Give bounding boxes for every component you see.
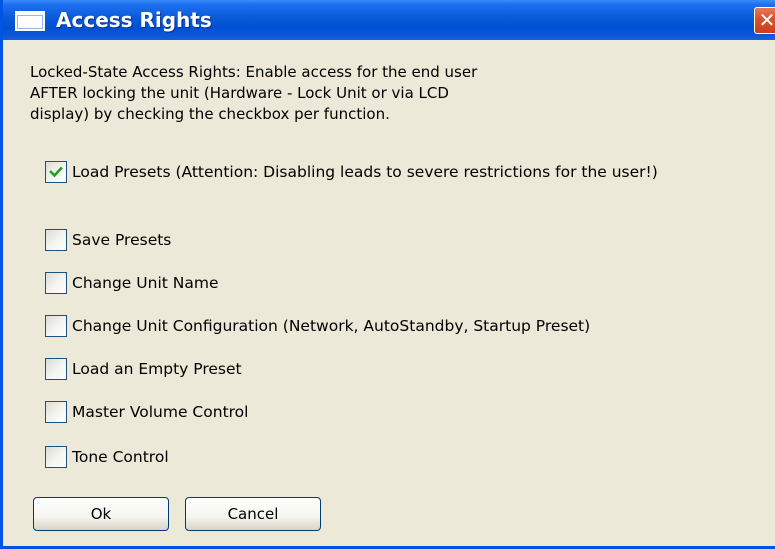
option-label: Master Volume Control [72, 403, 249, 421]
checkbox-change-unit-configuration[interactable] [45, 315, 67, 337]
window-icon [15, 11, 45, 31]
checkbox-load-empty-preset[interactable] [45, 358, 67, 380]
description-line: AFTER locking the unit (Hardware - Lock … [30, 84, 449, 102]
checkbox-master-volume-control[interactable] [45, 401, 67, 423]
checkbox-tone-control[interactable] [45, 446, 67, 468]
close-icon: ✕ [758, 8, 775, 32]
option-label: Change Unit Name [72, 274, 219, 292]
window-title: Access Rights [56, 8, 212, 32]
checkbox-save-presets[interactable] [45, 229, 67, 251]
description-line: Locked-State Access Rights: Enable acces… [30, 63, 478, 81]
close-button[interactable]: ✕ [754, 7, 775, 34]
checkbox-change-unit-name[interactable] [45, 272, 67, 294]
cancel-button[interactable]: Cancel [185, 497, 321, 531]
description-text: Locked-State Access Rights: Enable acces… [30, 62, 630, 125]
title-bar[interactable]: Access Rights ✕ [3, 0, 775, 40]
description-line: display) by checking the checkbox per fu… [30, 105, 390, 123]
option-label: Save Presets [72, 231, 172, 249]
option-label: Tone Control [72, 448, 169, 466]
option-label: Change Unit Configuration (Network, Auto… [72, 317, 591, 335]
checkmark-icon [49, 166, 63, 178]
checkbox-load-presets[interactable] [45, 161, 67, 183]
option-label: Load Presets (Attention: Disabling leads… [72, 163, 658, 181]
ok-button[interactable]: Ok [33, 497, 169, 531]
access-rights-dialog: Access Rights ✕ Locked-State Access Righ… [0, 0, 775, 549]
option-label: Load an Empty Preset [72, 360, 242, 378]
